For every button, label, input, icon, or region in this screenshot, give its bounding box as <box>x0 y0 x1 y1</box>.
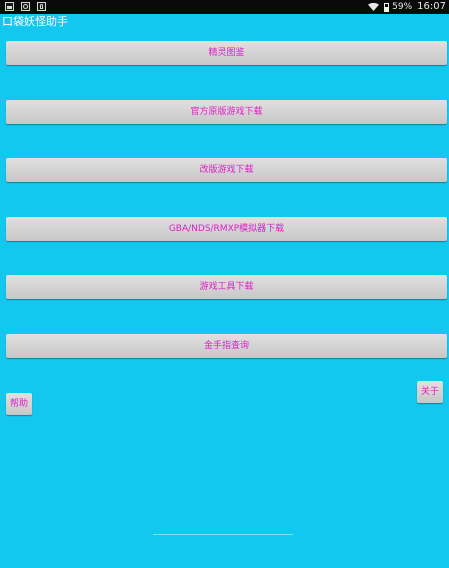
notification-icons <box>5 2 50 12</box>
battery-icon <box>384 2 390 12</box>
battery-percent: 59% <box>392 2 413 12</box>
image-icon <box>5 2 14 11</box>
wifi-icon <box>368 3 380 11</box>
clock: 16:07 <box>417 1 446 12</box>
cheat-code-lookup-button[interactable]: 金手指查询 <box>6 334 447 358</box>
official-game-download-button[interactable]: 官方原版游戏下载 <box>6 100 447 124</box>
bag-icon <box>36 2 46 11</box>
status-bar: 59% 16:07 <box>0 0 449 14</box>
game-tools-download-button[interactable]: 游戏工具下载 <box>6 275 447 299</box>
about-button[interactable]: 关于 <box>417 381 443 403</box>
bottom-divider <box>153 534 293 535</box>
app-title: 口袋妖怪助手 <box>2 15 68 28</box>
help-button[interactable]: 帮助 <box>6 393 32 415</box>
modded-game-download-button[interactable]: 改版游戏下载 <box>6 158 447 182</box>
system-indicators: 59% 16:07 <box>368 0 446 14</box>
photo-icon <box>20 2 30 11</box>
emulator-download-button[interactable]: GBA/NDS/RMXP模拟器下载 <box>6 217 447 241</box>
pokedex-button[interactable]: 精灵图鉴 <box>6 41 447 65</box>
